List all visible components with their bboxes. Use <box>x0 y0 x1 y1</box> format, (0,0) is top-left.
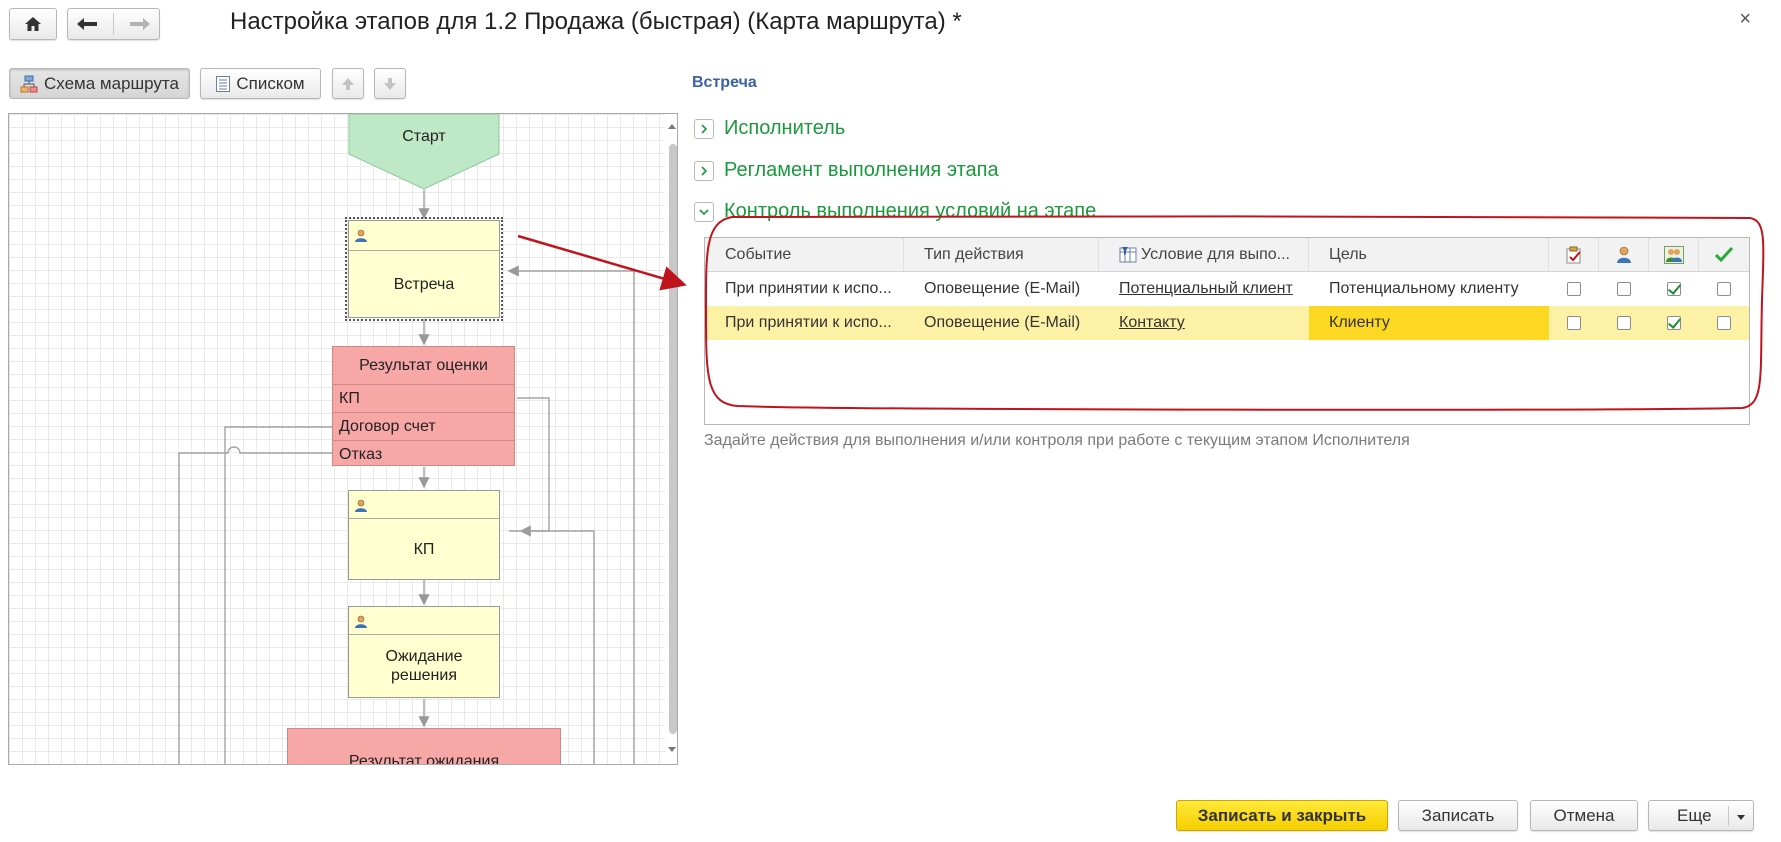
section-regulation[interactable]: Регламент выполнения этапа <box>694 159 999 182</box>
section-executor[interactable]: Исполнитель <box>694 117 845 140</box>
back-button[interactable] <box>76 17 98 31</box>
arrow-left-icon <box>76 18 97 30</box>
waiting-label: Ожидание решения <box>385 648 463 684</box>
list-view-button[interactable]: Списком <box>200 68 321 99</box>
start-node[interactable] <box>348 114 500 190</box>
scheme-view-button[interactable]: Схема маршрута <box>9 68 190 99</box>
table-row[interactable]: При принятии к испо... Оповещение (E-Mai… <box>705 272 1749 306</box>
scroll-down-icon[interactable] <box>667 746 677 754</box>
user-icon <box>355 229 367 242</box>
row-flag-checkbox[interactable] <box>1667 316 1681 330</box>
row-condition-link[interactable]: Потенциальный клиент <box>1099 272 1309 306</box>
save-button[interactable]: Записать <box>1398 800 1518 831</box>
chevron-right-icon[interactable] <box>694 118 714 139</box>
col-flag-3[interactable] <box>1649 238 1699 271</box>
col-target[interactable]: Цель <box>1309 238 1549 271</box>
users-icon <box>1663 245 1684 264</box>
row-flag-checkbox[interactable] <box>1667 282 1681 296</box>
diagram-scrollbar[interactable] <box>665 114 677 764</box>
row-action-type: Оповещение (E-Mail) <box>924 314 1081 331</box>
save-and-close-button[interactable]: Записать и закрыть <box>1176 800 1388 831</box>
user-icon <box>355 615 367 628</box>
waiting-result-title: Результат ожидания <box>348 753 500 765</box>
row-condition-link[interactable]: Контакту <box>1099 306 1309 340</box>
user-icon <box>355 499 367 512</box>
move-up-button[interactable] <box>332 68 364 99</box>
table-row-selected[interactable]: При принятии к испо... Оповещение (E-Mai… <box>705 306 1749 340</box>
waiting-node[interactable]: Ожидание решения <box>348 606 500 698</box>
section-condition-control-label: Контроль выполнения условий на этапе <box>724 200 1097 222</box>
route-scheme-icon <box>20 75 38 93</box>
check-icon <box>1714 246 1733 262</box>
row-flag-checkbox[interactable] <box>1617 282 1631 296</box>
row-event: При принятии к испо... <box>725 314 892 331</box>
move-down-button[interactable] <box>374 68 406 99</box>
evaluation-result-node[interactable]: Результат оценки КП Договор счет Отказ <box>332 346 515 466</box>
list-view-label: Списком <box>236 73 305 93</box>
branch-refusal[interactable]: Отказ <box>333 441 514 469</box>
arrow-down-icon <box>384 77 396 90</box>
table-hint: Задайте действия для выполнения и/или ко… <box>704 432 1410 449</box>
waiting-result-node[interactable]: Результат ожидания <box>287 728 561 765</box>
filter-table-icon <box>1119 246 1137 262</box>
kp-label: КП <box>413 540 435 558</box>
row-flag-checkbox[interactable] <box>1567 316 1581 330</box>
meeting-label: Встреча <box>393 275 455 293</box>
arrow-right-icon <box>130 18 151 30</box>
diagram-scroll-thumb[interactable] <box>669 144 677 734</box>
kp-node[interactable]: КП <box>348 490 500 580</box>
cancel-button[interactable]: Отмена <box>1530 800 1638 831</box>
dropdown-arrow-icon <box>1737 815 1745 820</box>
scheme-view-label: Схема маршрута <box>44 73 179 93</box>
arrow-up-icon <box>342 77 354 90</box>
route-diagram[interactable]: Старт Встреча Результат оценки КП Догово… <box>8 113 678 765</box>
row-flag-checkbox[interactable] <box>1567 282 1581 296</box>
row-event: При принятии к испо... <box>725 280 892 297</box>
col-flag-4[interactable] <box>1699 238 1748 271</box>
col-flag-2[interactable] <box>1599 238 1649 271</box>
col-flag-1[interactable] <box>1549 238 1599 271</box>
start-label: Старт <box>402 128 446 145</box>
col-condition[interactable]: Условие для выпо... <box>1099 238 1309 271</box>
user-icon <box>1616 246 1631 263</box>
nav-history <box>67 8 160 40</box>
home-icon <box>25 17 41 31</box>
close-button[interactable]: × <box>1739 8 1751 31</box>
row-flag-checkbox[interactable] <box>1617 316 1631 330</box>
row-target: Потенциальному клиенту <box>1329 280 1519 297</box>
branch-contract-invoice[interactable]: Договор счет <box>333 413 514 441</box>
branch-kp[interactable]: КП <box>333 385 514 413</box>
row-flag-checkbox[interactable] <box>1716 282 1731 296</box>
more-label: Еще <box>1677 805 1712 825</box>
section-condition-control[interactable]: Контроль выполнения условий на этапе <box>694 200 1096 223</box>
clipboard-icon <box>1566 246 1581 263</box>
more-button[interactable]: Еще <box>1648 800 1754 831</box>
current-stage-title: Встреча <box>692 74 757 91</box>
scroll-up-icon[interactable] <box>667 122 677 130</box>
row-flag-checkbox[interactable] <box>1716 316 1731 330</box>
row-target-active[interactable]: Клиенту <box>1309 306 1549 340</box>
chevron-right-icon[interactable] <box>694 160 714 181</box>
section-regulation-label: Регламент выполнения этапа <box>724 159 999 181</box>
col-action-type[interactable]: Тип действия <box>904 238 1099 271</box>
table-header: Событие Тип действия Условие для выпо...… <box>705 238 1749 272</box>
meeting-node[interactable]: Встреча <box>345 217 503 321</box>
conditions-table[interactable]: Событие Тип действия Условие для выпо...… <box>704 237 1750 425</box>
evaluation-result-title: Результат оценки <box>333 347 514 385</box>
chevron-down-icon[interactable] <box>694 201 714 222</box>
section-executor-label: Исполнитель <box>724 117 846 139</box>
home-button[interactable] <box>9 8 57 40</box>
window-title: Настройка этапов для 1.2 Продажа (быстра… <box>230 8 962 35</box>
list-icon <box>216 75 231 92</box>
col-event[interactable]: Событие <box>705 238 904 271</box>
forward-button[interactable] <box>129 17 151 31</box>
row-action-type: Оповещение (E-Mail) <box>924 280 1081 297</box>
